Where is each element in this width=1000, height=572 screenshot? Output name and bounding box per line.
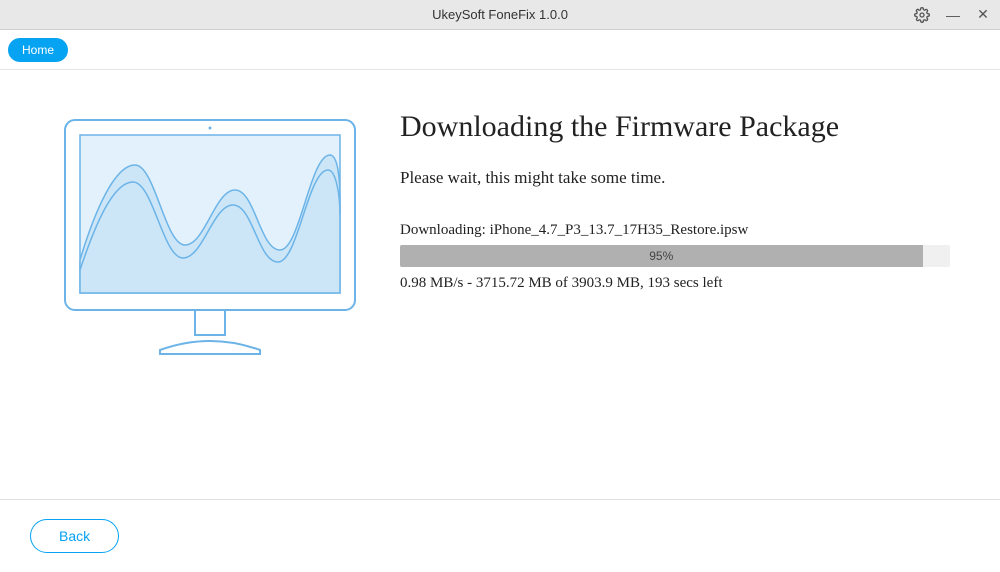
download-panel: Downloading the Firmware Package Please … [380, 100, 960, 499]
home-button[interactable]: Home [8, 38, 68, 62]
settings-icon[interactable] [914, 7, 932, 23]
topbar: Home [0, 30, 1000, 70]
progress-bar: 95% [400, 245, 950, 267]
progress-stats: 0.98 MB/s - 3715.72 MB of 3903.9 MB, 193… [400, 275, 950, 292]
titlebar: UkeySoft FoneFix 1.0.0 — ✕ [0, 0, 1000, 30]
app-title: UkeySoft FoneFix 1.0.0 [432, 7, 568, 22]
page-heading: Downloading the Firmware Package [400, 110, 950, 144]
progress-percent-label: 95% [649, 249, 673, 263]
minimize-icon[interactable]: — [944, 7, 962, 23]
footer: Back [0, 500, 1000, 572]
page-subheading: Please wait, this might take some time. [400, 168, 950, 188]
monitor-illustration [40, 100, 380, 499]
close-icon[interactable]: ✕ [974, 6, 992, 23]
main-content: Downloading the Firmware Package Please … [0, 70, 1000, 500]
titlebar-controls: — ✕ [914, 6, 992, 23]
progress-fill: 95% [400, 245, 923, 267]
download-filename: Downloading: iPhone_4.7_P3_13.7_17H35_Re… [400, 222, 950, 239]
back-button[interactable]: Back [30, 519, 119, 553]
